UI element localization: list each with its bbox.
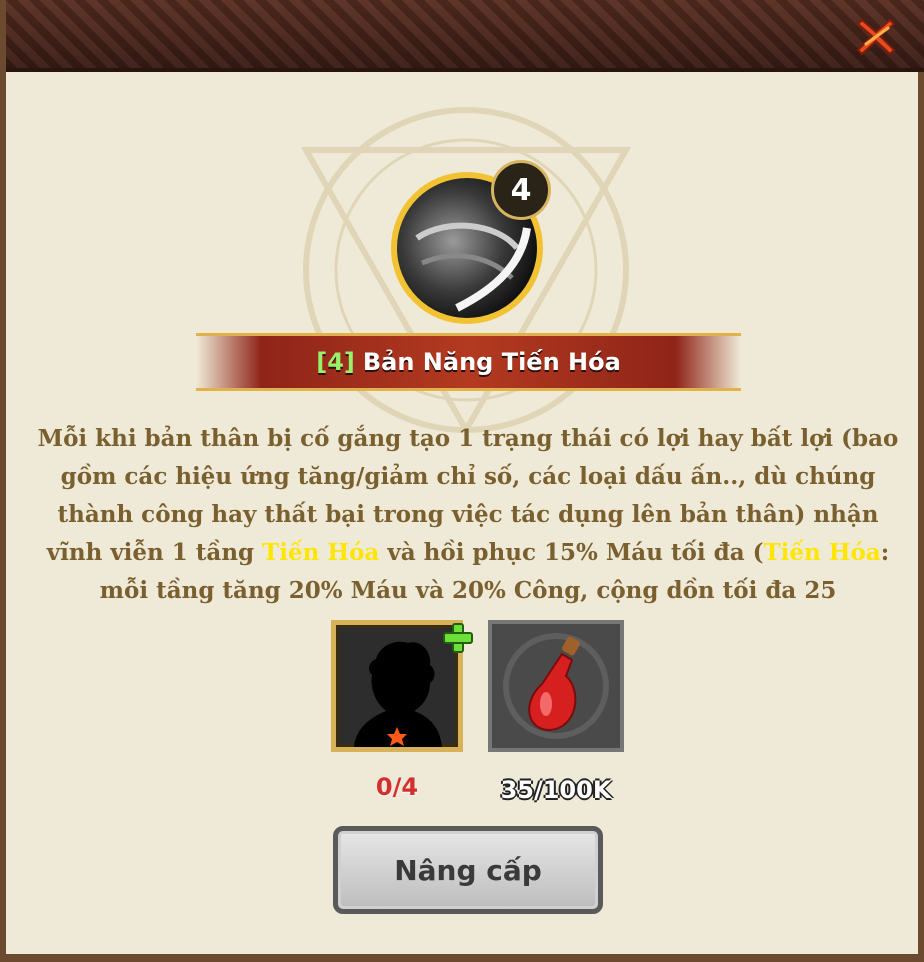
potion-material-slot[interactable] — [488, 620, 624, 752]
add-plus-icon[interactable] — [442, 622, 474, 654]
skill-upgrade-panel: 4 [4] Bản Năng Tiến Hóa Mỗi khi bản thân… — [0, 0, 924, 962]
skill-title-banner: [4] Bản Năng Tiến Hóa — [196, 333, 741, 391]
description-highlight-1: Tiến Hóa — [262, 539, 380, 566]
hero-silhouette-icon — [354, 641, 442, 747]
close-icon — [856, 18, 896, 56]
skill-title-name: Bản Năng Tiến Hóa — [362, 348, 621, 376]
upgrade-button[interactable]: Nâng cấp — [333, 826, 603, 914]
hero-material-count: 0/4 — [375, 773, 419, 801]
panel-header-bar — [6, 0, 924, 72]
red-potion-icon — [503, 633, 609, 739]
potion-material-count: 35/100K — [500, 776, 612, 804]
skill-title-level: [4] — [316, 348, 355, 376]
close-button[interactable] — [854, 14, 898, 58]
description-text-2: và hồi phục 15% Máu tối đa ( — [379, 539, 764, 566]
skill-description: Mỗi khi bản thân bị cố gắng tạo 1 trạng … — [34, 420, 902, 610]
description-highlight-2: Tiến Hóa — [763, 539, 881, 566]
skill-level-badge: 4 — [491, 160, 551, 220]
